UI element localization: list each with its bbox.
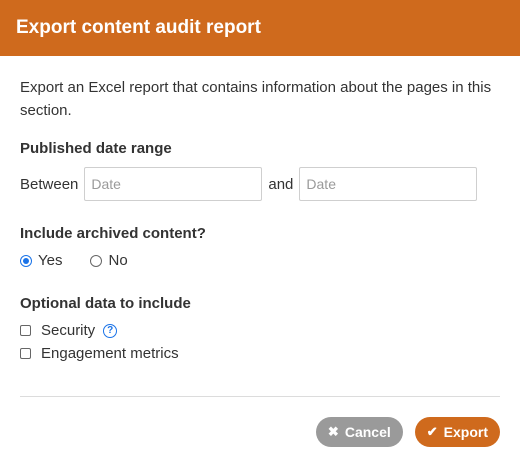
security-checkbox[interactable] [20,325,31,336]
check-icon: ✔ [426,424,438,439]
engagement-metrics-checkbox[interactable] [20,348,31,359]
close-icon: ✖ [327,424,339,439]
option-security[interactable]: Security ? [20,322,500,339]
archived-radio-group: Yes No [20,252,500,269]
archived-title: Include archived content? [20,225,206,242]
engagement-metrics-label: Engagement metrics [41,345,179,362]
radio-option-no[interactable]: No [90,252,128,269]
export-button[interactable]: ✔ Export [414,417,500,447]
date-range-title: Published date range [20,140,172,157]
dialog-header: Export content audit report [0,0,520,56]
option-engagement-metrics[interactable]: Engagement metrics [20,345,500,362]
dialog-title: Export content audit report [16,17,261,38]
radio-yes-label: Yes [38,252,63,269]
dialog-footer: ✖ Cancel ✔ Export [315,417,500,447]
cancel-button[interactable]: ✖ Cancel [315,417,403,447]
date-range-row: Between and [20,167,500,201]
between-label: Between [20,175,79,193]
radio-yes[interactable] [20,254,32,267]
dialog-content: Export an Excel report that contains inf… [0,56,520,362]
cancel-button-label: Cancel [344,424,391,440]
optional-data-title: Optional data to include [20,295,191,312]
radio-option-yes[interactable]: Yes [20,252,62,269]
export-dialog: Export content audit report Export an Ex… [0,0,520,468]
to-date-input[interactable] [299,167,478,201]
radio-no-label: No [108,252,128,269]
footer-divider [20,396,500,397]
and-label: and [268,175,294,193]
dialog-description: Export an Excel report that contains inf… [20,79,492,119]
security-label: Security [41,322,96,339]
from-date-input[interactable] [84,167,263,201]
export-button-label: Export [443,424,488,440]
help-icon[interactable]: ? [103,323,118,338]
radio-no[interactable] [90,254,103,267]
